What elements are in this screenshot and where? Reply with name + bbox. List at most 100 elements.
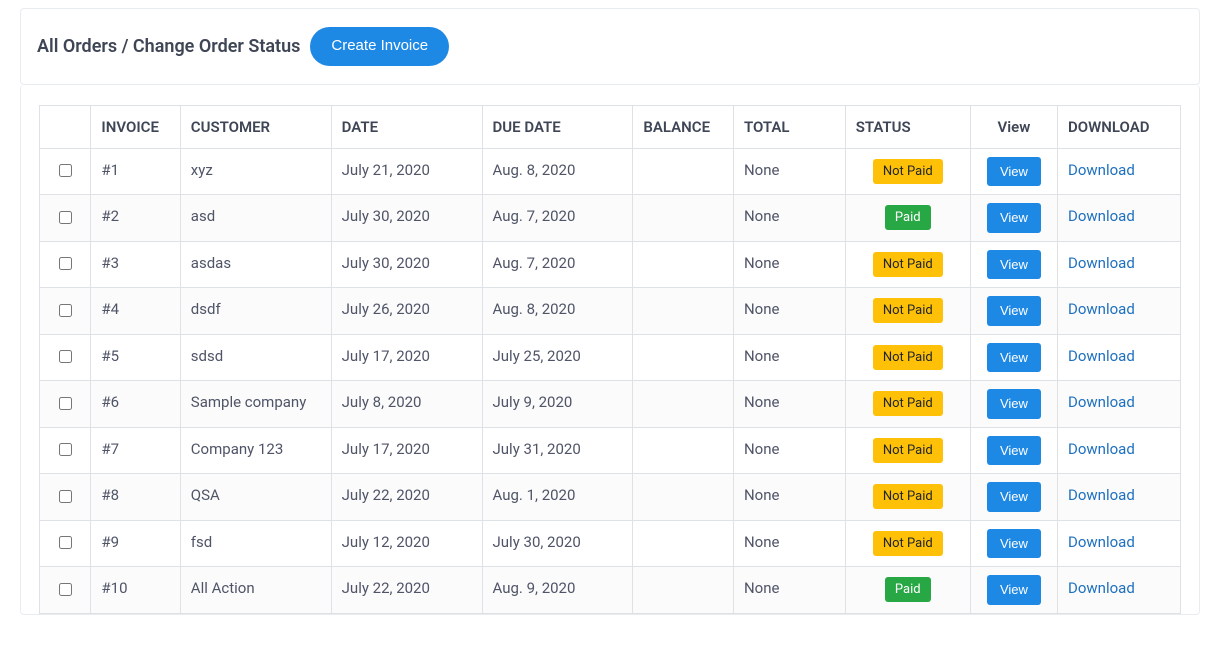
download-link[interactable]: Download [1068,300,1135,318]
view-button[interactable]: View [987,482,1041,512]
status-badge[interactable]: Not Paid [873,391,943,416]
view-button[interactable]: View [987,436,1041,466]
cell-balance [633,520,734,567]
cell-date: July 8, 2020 [331,381,482,428]
row-checkbox[interactable] [59,211,72,224]
download-link[interactable]: Download [1068,533,1135,551]
cell-customer: xyz [180,148,331,195]
status-badge[interactable]: Paid [885,577,931,602]
cell-invoice: #9 [91,520,180,567]
header-checkbox-col [40,105,91,148]
cell-date: July 22, 2020 [331,567,482,614]
cell-total: None [733,241,845,288]
row-checkbox[interactable] [59,304,72,317]
cell-total: None [733,520,845,567]
status-badge[interactable]: Not Paid [873,484,943,509]
cell-balance [633,427,734,474]
view-button[interactable]: View [987,296,1041,326]
download-link[interactable]: Download [1068,207,1135,225]
cell-total: None [733,567,845,614]
view-button[interactable]: View [987,389,1041,419]
cell-customer: asdas [180,241,331,288]
header-customer: CUSTOMER [180,105,331,148]
header-view: View [970,105,1057,148]
orders-table: INVOICE CUSTOMER DATE DUE DATE BALANCE T… [39,105,1181,614]
row-checkbox[interactable] [59,443,72,456]
row-checkbox[interactable] [59,490,72,503]
cell-due-date: Aug. 7, 2020 [482,195,633,242]
cell-due-date: July 31, 2020 [482,427,633,474]
orders-card: All Orders / Change Order Status Create … [20,8,1200,85]
cell-balance [633,288,734,335]
cell-balance [633,195,734,242]
download-link[interactable]: Download [1068,440,1135,458]
row-checkbox[interactable] [59,583,72,596]
cell-due-date: Aug. 7, 2020 [482,241,633,288]
cell-due-date: Aug. 8, 2020 [482,288,633,335]
table-row: #4dsdfJuly 26, 2020Aug. 8, 2020NoneNot P… [40,288,1181,335]
header-date: DATE [331,105,482,148]
row-checkbox[interactable] [59,164,72,177]
cell-date: July 22, 2020 [331,474,482,521]
status-badge[interactable]: Not Paid [873,345,943,370]
row-checkbox[interactable] [59,397,72,410]
header-status: STATUS [845,105,970,148]
status-badge[interactable]: Not Paid [873,531,943,556]
create-invoice-button[interactable]: Create Invoice [310,27,449,66]
table-row: #9fsdJuly 12, 2020July 30, 2020NoneNot P… [40,520,1181,567]
cell-customer: All Action [180,567,331,614]
page-title: All Orders / Change Order Status [37,36,300,57]
view-button[interactable]: View [987,250,1041,280]
cell-date: July 17, 2020 [331,334,482,381]
cell-customer: QSA [180,474,331,521]
header-invoice: INVOICE [91,105,180,148]
table-row: #2asdJuly 30, 2020Aug. 7, 2020 None Paid Vi… [40,195,1181,242]
cell-total: None [733,148,845,195]
cell-customer: Sample company [180,381,331,428]
download-link[interactable]: Download [1068,393,1135,411]
cell-invoice: #3 [91,241,180,288]
status-badge[interactable]: Not Paid [873,252,943,277]
cell-customer: dsdf [180,288,331,335]
table-row: #5sdsdJuly 17, 2020July 25, 2020NoneNot … [40,334,1181,381]
cell-total: None [733,195,845,242]
cell-invoice: #1 [91,148,180,195]
view-button[interactable]: View [987,575,1041,605]
cell-total: None [733,427,845,474]
row-checkbox[interactable] [59,350,72,363]
status-badge[interactable]: Not Paid [873,438,943,463]
cell-customer: asd [180,195,331,242]
view-button[interactable]: View [987,203,1041,233]
cell-total: None [733,334,845,381]
cell-invoice: #7 [91,427,180,474]
view-button[interactable]: View [987,343,1041,373]
cell-balance [633,334,734,381]
status-badge[interactable]: Paid [885,205,931,230]
table-row: #10All ActionJuly 22, 2020Aug. 9, 2020No… [40,567,1181,614]
cell-invoice: #2 [91,195,180,242]
header-balance: BALANCE [633,105,734,148]
cell-due-date: Aug. 8, 2020 [482,148,633,195]
cell-date: July 26, 2020 [331,288,482,335]
row-checkbox[interactable] [59,257,72,270]
cell-invoice: #5 [91,334,180,381]
status-badge[interactable]: Not Paid [873,298,943,323]
table-row: #6Sample companyJuly 8, 2020July 9, 2020… [40,381,1181,428]
table-row: #1xyzJuly 21, 2020Aug. 8, 2020NoneNot Pa… [40,148,1181,195]
download-link[interactable]: Download [1068,579,1135,597]
status-badge[interactable]: Not Paid [873,159,943,184]
header-total: TOTAL [733,105,845,148]
row-checkbox[interactable] [59,536,72,549]
cell-balance [633,474,734,521]
cell-customer: Company 123 [180,427,331,474]
download-link[interactable]: Download [1068,254,1135,272]
download-link[interactable]: Download [1068,161,1135,179]
cell-date: July 30, 2020 [331,195,482,242]
cell-balance [633,567,734,614]
view-button[interactable]: View [987,529,1041,559]
cell-balance [633,148,734,195]
download-link[interactable]: Download [1068,486,1135,504]
download-link[interactable]: Download [1068,347,1135,365]
table-header-row: INVOICE CUSTOMER DATE DUE DATE BALANCE T… [40,105,1181,148]
view-button[interactable]: View [987,157,1041,187]
